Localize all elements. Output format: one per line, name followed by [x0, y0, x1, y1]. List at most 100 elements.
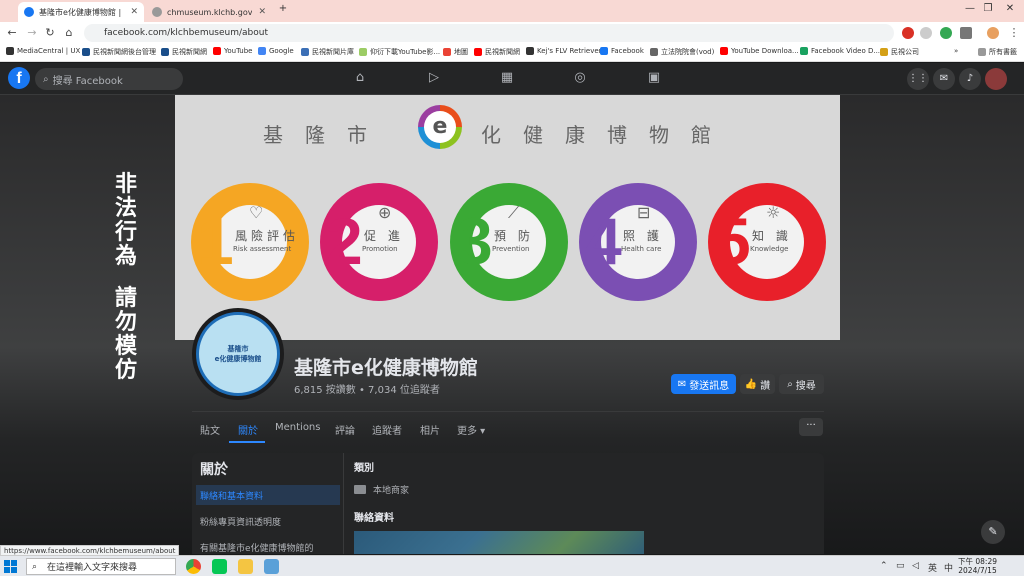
bookmark-item[interactable]: MediaCentral | UX [6, 47, 80, 55]
bookmark-item[interactable]: 民視新聞網 [161, 47, 207, 57]
app-taskbar-icon[interactable] [264, 559, 279, 574]
search-page-button[interactable]: ⌕ 搜尋 [779, 374, 824, 394]
tab-about[interactable]: 關於 [238, 422, 258, 437]
browser-tab-facebook[interactable]: 基隆市e化健康博物館 | Facebo ✕ [18, 2, 144, 22]
extension-record-icon[interactable] [920, 27, 932, 39]
bookmark-item[interactable]: 地圖 [443, 47, 468, 57]
send-message-button[interactable]: ✉ 發送訊息 [671, 374, 736, 394]
menu-kebab-icon[interactable]: ⋮ [1006, 26, 1022, 39]
about-sidebar: 關於 聯絡和基本資料 粉絲專頁資訊透明度 有關基隆市e化健康博物館的 [192, 453, 344, 554]
tab-mentions[interactable]: Mentions [275, 422, 320, 433]
home-icon[interactable]: ⌂ [61, 26, 77, 39]
extension-red-icon[interactable] [902, 27, 914, 39]
messenger-icon[interactable]: ✉ [933, 68, 955, 90]
bookmark-item[interactable]: Kej's FLV Retriever [526, 47, 602, 55]
about-card: 關於 聯絡和基本資料 粉絲專頁資訊透明度 有關基隆市e化健康博物館的 類別 本地… [192, 453, 824, 554]
marketplace-icon[interactable]: ▦ [499, 70, 515, 86]
bookmark-item[interactable]: 民視新聞片庫 [301, 47, 354, 57]
browser-tab-strip: 基隆市e化健康博物館 | Facebo ✕ chmuseum.klchb.gov… [0, 0, 1024, 22]
facebook-top-nav: f ⌕ 搜尋 Facebook ⌂ ▷ ▦ ◎ ▣ ⋮⋮ ✉ ♪ [0, 63, 1024, 95]
tab-posts[interactable]: 貼文 [200, 422, 220, 437]
thumbs-up-icon: 👍 [744, 378, 758, 390]
bookmark-item[interactable]: 民視新聞網後台管理 [82, 47, 156, 57]
bookmark-item[interactable]: Google [258, 47, 294, 55]
account-avatar[interactable] [985, 68, 1007, 90]
new-tab-button[interactable]: + [273, 3, 293, 14]
browser-toolbar: ← → ↻ ⌂ facebook.com/klchbemuseum/about … [0, 22, 1024, 44]
video-icon[interactable]: ▷ [426, 70, 442, 86]
more-options-button[interactable]: ··· [799, 418, 823, 436]
close-tab-icon[interactable]: ✕ [258, 7, 266, 17]
medkit-icon: ⊕ [378, 203, 392, 222]
like-button[interactable]: 👍 讚 [740, 374, 775, 394]
notifications-bell-icon[interactable]: ♪ [959, 68, 981, 90]
bookmark-item[interactable]: YouTube [213, 47, 252, 55]
about-nav-contact-basic[interactable]: 聯絡和基本資料 [196, 485, 340, 505]
bookmark-item[interactable]: YouTube Downloa... [720, 47, 799, 55]
facebook-logo-icon[interactable]: f [8, 67, 30, 89]
bulb-icon: ☼ [766, 203, 781, 222]
bookmark-item[interactable]: 立法院院會(vod) [650, 47, 714, 57]
reload-icon[interactable]: ↻ [42, 26, 58, 39]
map-thumbnail[interactable] [354, 531, 644, 554]
all-bookmarks-button[interactable]: 所有書籤 [978, 47, 1017, 57]
page-stats[interactable]: 6,815 按讚數 • 7,034 位追蹤者 [294, 381, 440, 396]
gaming-icon[interactable]: ▣ [646, 70, 662, 86]
bookmark-item[interactable]: 民視新聞網 [474, 47, 520, 57]
cover-title-right: 化健康博物館 [481, 123, 733, 147]
category-heading: 類別 [354, 463, 374, 474]
groups-icon[interactable]: ◎ [572, 70, 588, 86]
facebook-search-input[interactable]: ⌕ 搜尋 Facebook [35, 68, 183, 90]
bookmarks-overflow-button[interactable]: » [954, 47, 958, 55]
close-window-icon[interactable]: ✕ [1000, 3, 1020, 14]
bookmark-item[interactable]: Facebook [600, 47, 644, 55]
profile-picture[interactable]: 基隆市 e化健康博物館 [192, 308, 284, 400]
globe-favicon-icon [152, 7, 162, 17]
ime-language[interactable]: 英 [928, 561, 937, 574]
windows-start-icon[interactable] [4, 560, 17, 573]
bookmark-item[interactable]: 仰衍下載YouTube影... [359, 47, 440, 57]
taskbar-clock[interactable]: 下午 08:29 2024/7/15 [958, 557, 997, 575]
facebook-page-content: 非法行為 請勿模仿 基隆市 e 化健康博物館 1 ♡ 風險評估 Risk ass… [0, 95, 1024, 554]
circle-health-care: 4 ⊟ 照 護 Health care [579, 183, 697, 301]
search-icon: ⌕ [787, 378, 793, 390]
tab-more[interactable]: 更多 ▾ [457, 422, 485, 437]
url-text: facebook.com/klchbemuseum/about [104, 28, 269, 38]
bed-icon: ⊟ [637, 203, 651, 222]
tab-followers[interactable]: 追蹤者 [372, 422, 402, 437]
line-taskbar-icon[interactable] [212, 559, 227, 574]
chrome-taskbar-icon[interactable] [186, 559, 201, 574]
taskbar-search-input[interactable]: ⌕ 在這裡輸入文字來搜尋 [26, 558, 176, 575]
facebook-favicon-icon [24, 7, 34, 17]
ime-mode[interactable]: 中 [944, 561, 953, 574]
home-icon[interactable]: ⌂ [352, 70, 368, 86]
tab-photos[interactable]: 相片 [420, 422, 440, 437]
menu-grid-icon[interactable]: ⋮⋮ [907, 68, 929, 90]
search-icon: ⌕ [32, 561, 38, 572]
bookmark-item[interactable]: Facebook Video D... [800, 47, 880, 55]
slogan-bottom: 請勿模仿 [114, 286, 137, 383]
slogan-top: 非法行為 [114, 172, 137, 269]
volume-icon[interactable]: ◁ [912, 561, 919, 571]
address-bar[interactable]: facebook.com/klchbemuseum/about [84, 24, 894, 42]
bookmark-item[interactable]: 民視公司 [880, 47, 919, 57]
minimize-icon[interactable]: — [960, 3, 980, 14]
compose-icon[interactable]: ✎ [981, 520, 1005, 544]
close-tab-icon[interactable]: ✕ [130, 7, 138, 17]
page-title: 基隆市e化健康博物館 [294, 357, 478, 379]
back-icon[interactable]: ← [4, 26, 20, 39]
browser-tab-chmuseum[interactable]: chmuseum.klchb.gov.tw ✕ [146, 2, 272, 22]
tab-reviews[interactable]: 評論 [335, 422, 355, 437]
forward-icon[interactable]: → [24, 26, 40, 39]
syringe-icon: ⟋ [508, 203, 520, 222]
about-nav-page-info[interactable]: 有關基隆市e化健康博物館的 [196, 537, 340, 554]
profile-avatar-icon[interactable] [987, 27, 999, 39]
network-icon[interactable]: ▭ [896, 561, 905, 571]
extension-green-icon[interactable] [940, 27, 952, 39]
tray-overflow-icon[interactable]: ⌃ [880, 561, 888, 571]
explorer-taskbar-icon[interactable] [238, 559, 253, 574]
restore-icon[interactable]: ❐ [978, 3, 998, 14]
extensions-puzzle-icon[interactable] [960, 27, 972, 39]
about-nav-transparency[interactable]: 粉絲專頁資訊透明度 [196, 511, 340, 531]
windows-taskbar: ⌕ 在這裡輸入文字來搜尋 ⌃ ▭ ◁ 英 中 下午 08:29 2024/7/1… [0, 555, 1024, 576]
